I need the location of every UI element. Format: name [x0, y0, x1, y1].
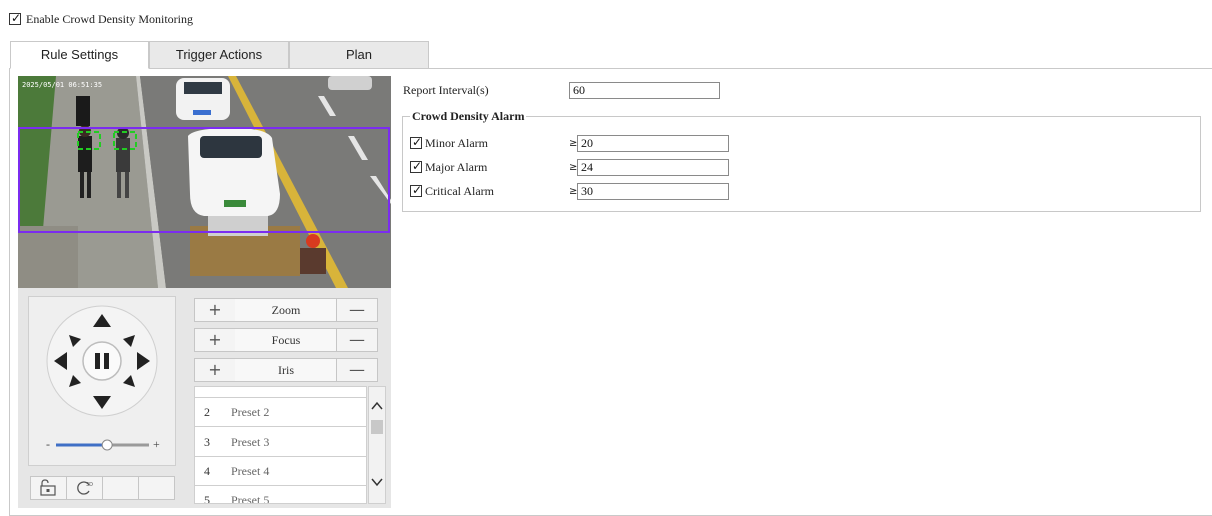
enable-crowd-density-label: Enable Crowd Density Monitoring — [26, 12, 193, 26]
minor-alarm-checkbox[interactable]: ✓ — [410, 135, 423, 149]
crowd-density-alarm-legend: Crowd Density Alarm — [410, 109, 527, 124]
checkmark-icon: ✓ — [412, 183, 423, 197]
zoom-control: + Zoom — — [194, 298, 378, 322]
speed-minus-label: - — [46, 437, 50, 451]
iris-close-button[interactable]: — — [336, 358, 378, 382]
tab-trigger-actions[interactable]: Trigger Actions — [149, 41, 289, 69]
focus-far-button[interactable]: — — [336, 328, 378, 352]
preset-number: 3 — [204, 435, 210, 449]
checkmark-icon: ✓ — [412, 159, 423, 173]
focus-control: + Focus — — [194, 328, 378, 352]
scrollbar-thumb[interactable] — [371, 420, 383, 434]
toolbar-button[interactable] — [102, 476, 139, 500]
iris-open-button[interactable]: + — [194, 358, 236, 382]
scroll-down-icon[interactable] — [371, 478, 383, 487]
live-video[interactable]: 2025/05/01 06:51:35 — [18, 76, 391, 288]
ptz-control-panel: - + — [28, 296, 176, 466]
list-item[interactable] — [195, 387, 366, 398]
minor-alarm-threshold-input[interactable]: 20 — [577, 135, 729, 152]
crowd-density-alarm-group — [402, 116, 1201, 212]
major-alarm-threshold-input[interactable]: 24 — [577, 159, 729, 176]
zoom-label: Zoom — [235, 298, 337, 322]
critical-alarm-threshold-input[interactable]: 30 — [577, 183, 729, 200]
minor-alarm-label: Minor Alarm — [425, 136, 488, 150]
report-interval-label: Report Interval(s) — [403, 83, 489, 97]
lock-icon — [40, 479, 56, 496]
focus-label: Focus — [235, 328, 337, 352]
checkmark-icon: ✓ — [412, 135, 423, 149]
speed-plus-label: + — [153, 437, 160, 451]
critical-alarm-label: Critical Alarm — [425, 184, 494, 198]
focus-near-button[interactable]: + — [194, 328, 236, 352]
zoom-out-button[interactable]: — — [336, 298, 378, 322]
preset-number: 2 — [204, 405, 210, 419]
speed-slider-handle[interactable] — [101, 439, 113, 451]
video-timestamp: 2025/05/01 06:51:35 — [22, 81, 102, 89]
critical-alarm-checkbox[interactable]: ✓ — [410, 183, 423, 197]
preset-name: Preset 4 — [231, 464, 270, 478]
zoom-in-button[interactable]: + — [194, 298, 236, 322]
pause-icon — [95, 353, 100, 369]
preset-list[interactable]: 2 Preset 2 3 Preset 3 4 Preset 4 5 Prese… — [194, 386, 367, 504]
preset-number: 4 — [204, 464, 210, 478]
scroll-up-icon[interactable] — [371, 401, 383, 410]
tab-rule-settings[interactable]: Rule Settings — [10, 41, 149, 69]
preset-number: 5 — [204, 493, 210, 504]
list-item[interactable]: 2 Preset 2 — [195, 398, 366, 427]
enable-crowd-density-checkbox[interactable]: ✓ — [9, 11, 22, 25]
list-item[interactable]: 5 Preset 5 — [195, 486, 366, 504]
major-alarm-label: Major Alarm — [425, 160, 488, 174]
checkmark-icon: ✓ — [11, 11, 22, 25]
list-item[interactable]: 3 Preset 3 — [195, 428, 366, 457]
preset-name: Preset 5 — [231, 493, 270, 504]
svg-text:3D: 3D — [86, 482, 93, 488]
major-alarm-checkbox[interactable]: ✓ — [410, 159, 423, 173]
preset-scrollbar[interactable] — [368, 386, 386, 504]
iris-control: + Iris — — [194, 358, 378, 382]
preset-name: Preset 3 — [231, 435, 270, 449]
report-interval-input[interactable]: 60 — [569, 82, 720, 99]
3d-positioning-button[interactable]: 3D — [66, 476, 103, 500]
list-item[interactable]: 4 Preset 4 — [195, 457, 366, 486]
video-frame-image: 2025/05/01 06:51:35 — [18, 76, 391, 288]
ptz-bottom-toolbar: 3D — [30, 476, 176, 500]
iris-label: Iris — [235, 358, 337, 382]
toolbar-button[interactable] — [138, 476, 175, 500]
tab-plan[interactable]: Plan — [289, 41, 429, 69]
pause-button[interactable] — [82, 341, 122, 381]
3d-positioning-icon: 3D — [77, 481, 93, 495]
lock-ptz-button[interactable] — [30, 476, 67, 500]
preset-name: Preset 2 — [231, 405, 270, 419]
